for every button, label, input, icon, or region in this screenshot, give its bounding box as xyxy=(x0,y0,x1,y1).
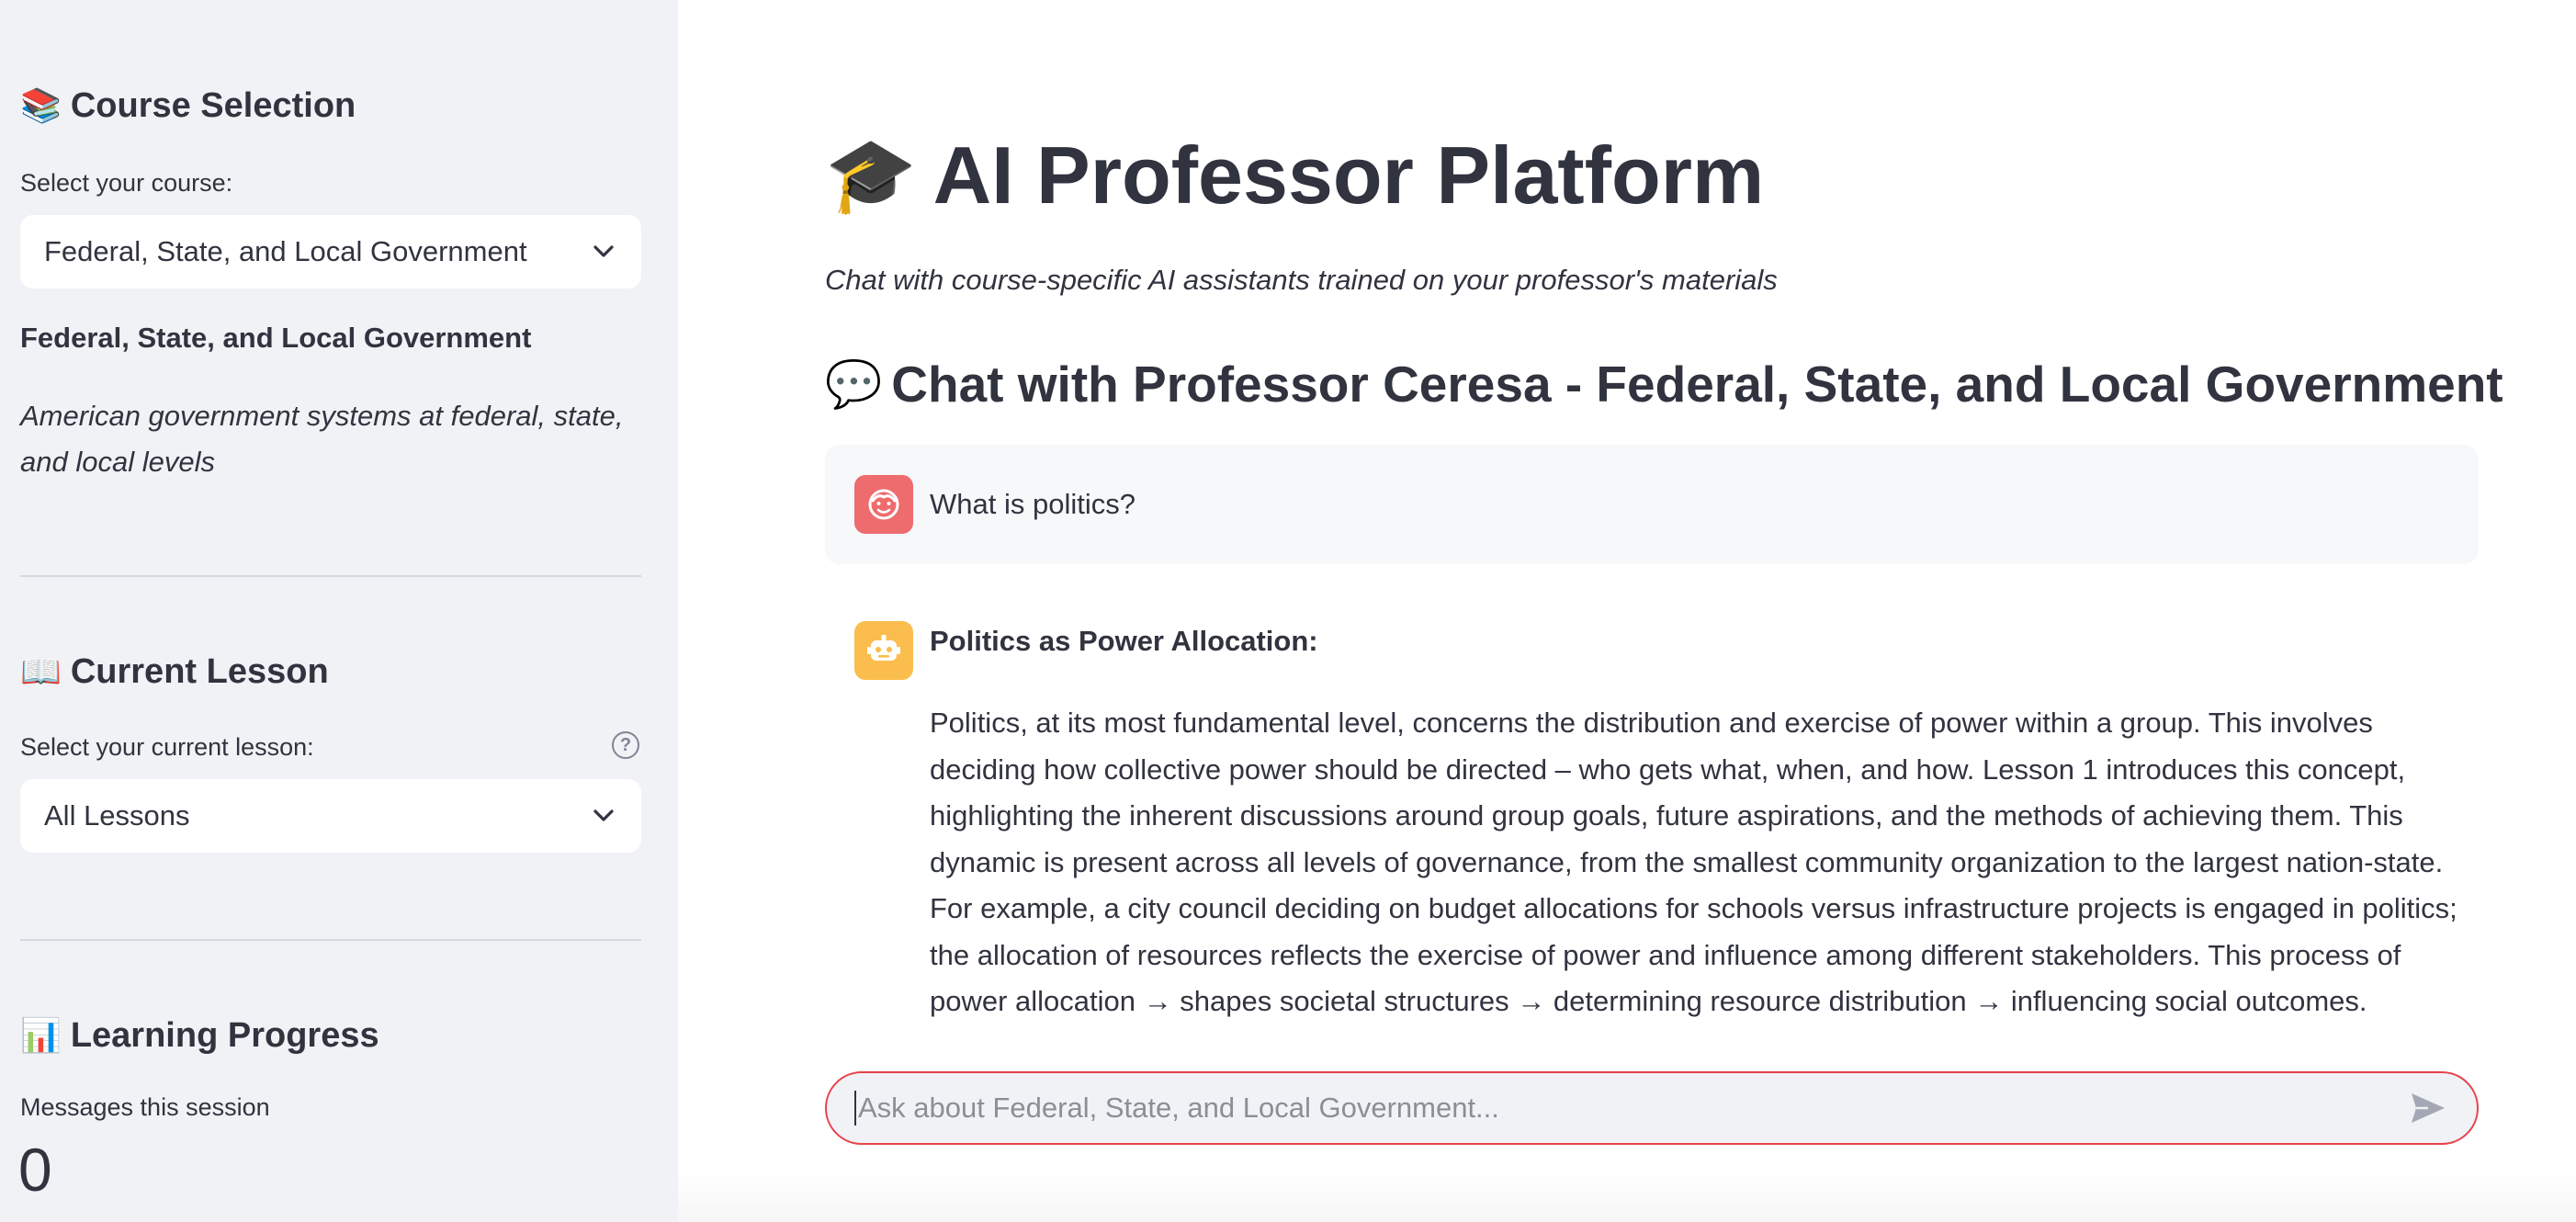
main-content: 🎓 AI Professor Platform Chat with course… xyxy=(678,0,2576,1222)
graduation-cap-icon: 🎓 xyxy=(825,132,917,218)
page-title-text: AI Professor Platform xyxy=(932,130,1765,221)
page-title: 🎓 AI Professor Platform xyxy=(825,129,1764,222)
chat-input[interactable] xyxy=(854,1091,2407,1126)
smiley-face-icon xyxy=(854,475,913,534)
send-arrow-icon xyxy=(2412,1093,2445,1123)
chat-message-user: What is politics? xyxy=(825,445,2479,564)
sidebar-divider xyxy=(20,939,641,941)
open-book-icon: 📖 xyxy=(20,652,62,691)
bottom-fade xyxy=(678,1167,2576,1222)
question-circle-icon[interactable]: ? xyxy=(612,731,639,759)
course-name: Federal, State, and Local Government xyxy=(20,322,532,354)
chat-message-assistant: Politics as Power Allocation: Politics, … xyxy=(825,621,2479,1025)
lesson-select-value: All Lessons xyxy=(44,799,190,832)
messages-metric-label: Messages this session xyxy=(20,1093,270,1121)
current-lesson-heading: 📖 Current Lesson xyxy=(20,652,329,692)
robot-icon xyxy=(854,621,913,680)
assistant-message-title: Politics as Power Allocation: xyxy=(930,625,1318,657)
books-icon: 📚 xyxy=(20,86,62,125)
assistant-message-body: Politics, at its most fundamental level,… xyxy=(930,707,2457,1017)
page-subtitle: Chat with course-specific AI assistants … xyxy=(825,264,1778,296)
course-selection-title: Course Selection xyxy=(70,86,356,125)
chevron-down-icon xyxy=(590,238,617,266)
learning-progress-heading: 📊 Learning Progress xyxy=(20,1016,379,1056)
current-lesson-title: Current Lesson xyxy=(70,652,329,691)
course-description: American government systems at federal, … xyxy=(20,400,624,478)
user-message-text: What is politics? xyxy=(930,488,1135,520)
lesson-select[interactable]: All Lessons xyxy=(20,779,641,853)
learning-progress-title: Learning Progress xyxy=(70,1016,379,1055)
course-select-label: Select your course: xyxy=(20,169,233,197)
chat-heading-text: Chat with Professor Ceresa - Federal, St… xyxy=(891,356,2503,413)
course-select-value: Federal, State, and Local Government xyxy=(44,235,527,267)
course-select[interactable]: Federal, State, and Local Government xyxy=(20,215,641,289)
sidebar-divider xyxy=(20,575,641,577)
chevron-down-icon xyxy=(590,802,617,830)
send-button[interactable] xyxy=(2407,1087,2449,1129)
chat-heading: 💬 Chat with Professor Ceresa - Federal, … xyxy=(825,355,2503,413)
lesson-select-label: Select your current lesson: xyxy=(20,733,314,761)
messages-metric-value: 0 xyxy=(18,1136,52,1204)
speech-bubble-icon: 💬 xyxy=(825,356,883,411)
chat-input-container[interactable] xyxy=(825,1071,2479,1145)
bar-chart-icon: 📊 xyxy=(20,1016,62,1055)
sidebar: 📚 Course Selection Select your course: F… xyxy=(0,0,678,1222)
course-selection-heading: 📚 Course Selection xyxy=(20,86,356,126)
